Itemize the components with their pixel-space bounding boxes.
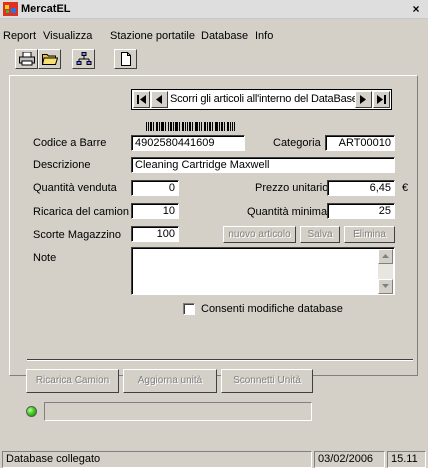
description-field[interactable]: Cleaning Cartridge Maxwell <box>131 157 395 173</box>
stock-field[interactable]: 100 <box>131 226 179 242</box>
last-icon <box>377 95 386 104</box>
notes-scrollbar[interactable] <box>378 249 393 294</box>
unit-price-field[interactable]: 6,45 <box>327 180 395 196</box>
progress-bar <box>44 402 312 421</box>
first-icon <box>137 95 146 104</box>
category-label: Categoria <box>273 137 321 149</box>
delete-button[interactable]: Elimina <box>344 226 395 243</box>
open-button[interactable] <box>38 49 61 69</box>
connection-status: Database collegato <box>2 451 312 468</box>
status-date: 03/02/2006 <box>314 451 385 468</box>
unit-price-label: Prezzo unitario <box>255 182 329 194</box>
allow-edit-checkbox[interactable] <box>183 303 195 315</box>
description-label: Descrizione <box>33 159 91 171</box>
status-time: 15.11 <box>387 451 426 468</box>
currency-label: € <box>402 182 409 194</box>
barcode-graphic <box>146 122 235 131</box>
new-document-button[interactable] <box>114 49 137 69</box>
new-item-button[interactable]: nuovo articolo <box>223 226 296 243</box>
barcode-field[interactable]: 4902580441609 <box>131 135 245 151</box>
reload-truck-button[interactable]: Ricarica Camion <box>26 369 119 393</box>
scroll-up-button[interactable] <box>378 249 393 264</box>
notes-label: Note <box>33 252 57 264</box>
next-icon <box>360 95 366 104</box>
update-unit-button[interactable]: Aggiorna unità <box>123 369 217 393</box>
truck-reload-field[interactable]: 10 <box>131 203 179 219</box>
truck-reload-label: Ricarica del camion <box>33 206 129 218</box>
arrow-up-icon <box>382 254 389 258</box>
network-icon <box>76 52 92 65</box>
minimum-quantity-label: Quantità minima <box>247 206 328 218</box>
menu-bar: Report Visualizza Stazione portatile Dat… <box>0 29 428 44</box>
new-document-icon <box>121 52 131 66</box>
menu-visualizza[interactable]: Visualizza <box>43 29 92 44</box>
previous-record-button[interactable] <box>151 91 168 108</box>
menu-report[interactable]: Report <box>3 29 36 44</box>
stock-label: Scorte Magazzino <box>33 229 122 241</box>
last-record-button[interactable] <box>373 91 390 108</box>
menu-info[interactable]: Info <box>255 29 273 44</box>
print-button[interactable] <box>15 49 38 69</box>
next-record-button[interactable] <box>355 91 372 108</box>
printer-icon <box>19 52 35 66</box>
first-record-button[interactable] <box>133 91 150 108</box>
window-title: MercatEL <box>21 3 71 15</box>
record-navigator: Scorri gli articoli all'interno del Data… <box>131 89 392 110</box>
app-icon <box>3 2 18 16</box>
open-folder-icon <box>42 54 58 65</box>
category-field[interactable]: ART00010 <box>325 135 395 151</box>
status-bar: Database collegato 03/02/2006 15.11 <box>0 449 428 468</box>
disconnect-unit-button[interactable]: Sconnetti Unità <box>221 369 313 393</box>
quantity-sold-field[interactable]: 0 <box>131 180 179 196</box>
section-divider <box>27 359 413 361</box>
connection-led-icon <box>26 406 37 417</box>
barcode-label: Codice a Barre <box>33 137 107 149</box>
save-button[interactable]: Salva <box>300 226 340 243</box>
notes-textarea[interactable] <box>131 247 395 295</box>
navigator-label: Scorri gli articoli all'interno del Data… <box>170 93 358 105</box>
menu-database[interactable]: Database <box>201 29 248 44</box>
title-bar: MercatEL × <box>0 0 428 19</box>
network-button[interactable] <box>72 49 95 69</box>
scroll-down-button[interactable] <box>378 279 393 294</box>
menu-stazione-portatile[interactable]: Stazione portatile <box>110 29 195 44</box>
previous-icon <box>156 95 162 104</box>
allow-edit-label: Consenti modifiche database <box>201 303 343 315</box>
close-button[interactable]: × <box>408 2 424 16</box>
quantity-sold-label: Quantità venduta <box>33 182 117 194</box>
arrow-down-icon <box>382 284 389 288</box>
minimum-quantity-field[interactable]: 25 <box>327 203 395 219</box>
